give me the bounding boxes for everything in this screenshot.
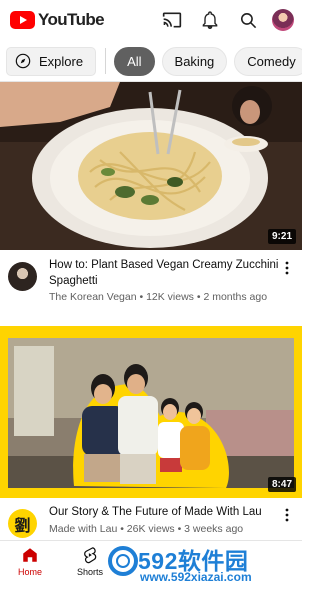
video-texts: How to: Plant Based Vegan Creamy Zucchin… [49,258,280,303]
logo-text: YouTube [38,10,105,29]
video-title[interactable]: Our Story & The Future of Made With Lau [49,505,280,521]
watermark-url: www.592xiazai.com [140,570,252,584]
watermark-logo-icon [108,546,138,576]
thumbnail-image-1 [0,82,302,250]
youtube-play-icon [10,11,35,29]
youtube-logo[interactable]: YouTube [10,10,105,30]
explore-label: Explore [39,53,84,69]
compass-icon [15,53,31,69]
search-icon[interactable] [236,8,260,32]
chip-all[interactable]: All [114,46,155,76]
thumbnail-image-2 [0,326,302,498]
video-duration: 8:47 [267,477,296,492]
video-meta-2: 劉 Our Story & The Future of Made With La… [0,505,302,538]
home-icon [23,548,37,562]
video-thumbnail-1[interactable]: 9:21 [0,82,302,250]
video-meta-1: How to: Plant Based Vegan Creamy Zucchin… [0,258,302,303]
more-options-icon[interactable] [280,258,294,303]
video-subline: The Korean Vegan • 12K views • 2 months … [49,291,268,303]
chip-comedy[interactable]: Comedy [234,46,302,76]
video-duration: 9:21 [267,229,296,244]
explore-chip[interactable]: Explore [6,46,97,76]
channel-avatar[interactable]: 劉 [8,509,37,538]
nav-home[interactable]: Home [0,541,60,590]
shorts-icon [84,547,97,564]
video-subline: Made with Lau • 26K views • 3 weeks ago [49,522,244,535]
more-options-icon[interactable] [280,505,294,538]
site-watermark: 592软件园 www.592xiazai.com [106,540,302,586]
category-chips: Explore All Baking Comedy Fa [0,41,302,81]
cast-icon[interactable] [160,8,184,32]
video-thumbnail-2[interactable]: 8:47 [0,326,302,498]
app-header: YouTube [0,0,302,40]
account-avatar[interactable] [272,9,294,31]
chip-divider [105,48,107,74]
bell-icon[interactable] [198,8,222,32]
channel-avatar[interactable] [8,262,37,291]
header-actions [146,8,294,32]
video-title[interactable]: How to: Plant Based Vegan Creamy Zucchin… [49,258,280,289]
nav-label: Home [17,567,42,577]
nav-label: Shorts [76,567,103,577]
chip-baking[interactable]: Baking [161,46,228,76]
video-texts: Our Story & The Future of Made With Lau … [49,505,280,538]
